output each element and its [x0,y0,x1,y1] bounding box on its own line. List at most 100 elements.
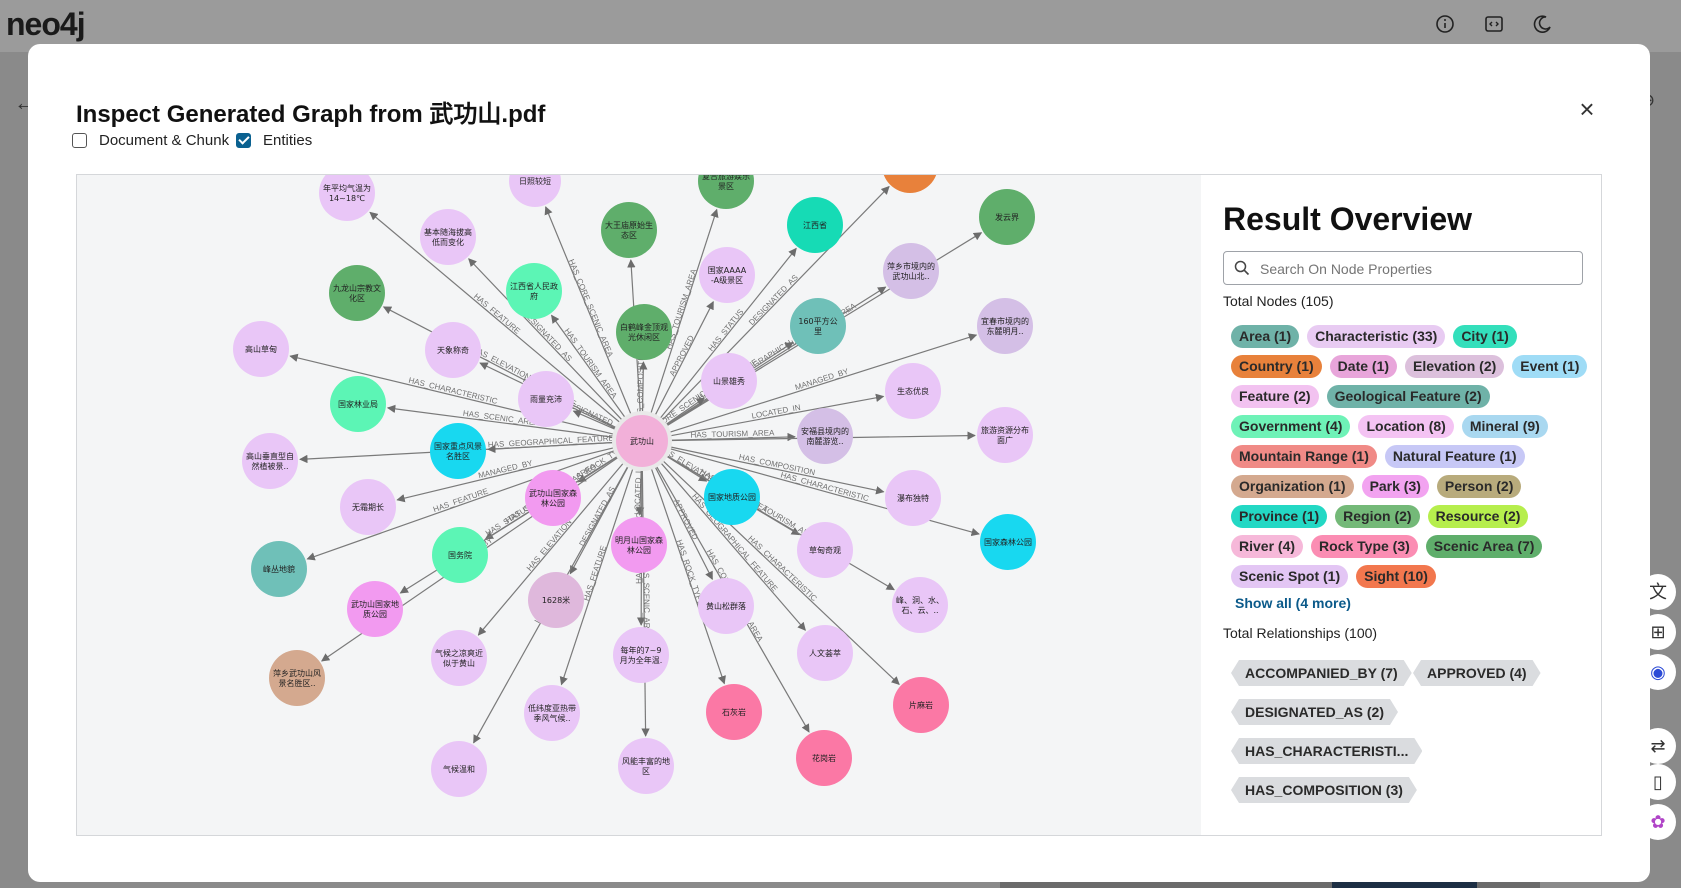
node-label-chip[interactable]: Resource (2) [1427,505,1529,528]
dark-mode-icon[interactable] [1532,14,1554,36]
graph-node[interactable]: 黄山松群落 [698,578,754,634]
graph-node[interactable]: 花岗岩 [796,730,852,786]
graph-node[interactable]: 日照较短 [509,175,561,207]
graph-node[interactable]: 国家地质公园 [704,469,760,525]
graph-node[interactable] [882,175,938,193]
info-icon[interactable] [1434,14,1456,36]
graph-node[interactable]: 高山垂直型自然植被景.. [242,433,298,489]
node-circle[interactable] [329,265,385,321]
graph-node[interactable]: 明月山国家森林公园 [611,517,667,573]
node-label-chip[interactable]: City (1) [1453,325,1517,348]
entities-checkbox[interactable]: Entities [236,132,312,149]
node-label-chip[interactable]: Date (1) [1329,355,1398,378]
graph-node[interactable]: 低纬度亚热带季风气候.. [524,685,580,741]
graph-node[interactable]: 国家森林公园 [980,514,1036,570]
node-label-chip[interactable]: Mountain Range (1) [1231,445,1377,468]
graph-node[interactable]: 武功山国家森林公园 [525,470,581,526]
checkbox-box[interactable] [72,133,87,148]
node-label-chip[interactable]: Mineral (9) [1461,415,1548,438]
node-circle[interactable] [524,685,580,741]
relationship-type-chip[interactable]: APPROVED (4) [1413,660,1541,686]
node-circle[interactable] [601,202,657,258]
graph-node[interactable]: 旅游资源分布面广 [977,407,1033,463]
graph-node[interactable]: 气候之凉爽近似于黄山 [431,630,487,686]
graph-node[interactable]: 草甸奇观 [797,522,853,578]
node-label-chip[interactable]: Government (4) [1231,415,1351,438]
checkbox-box-checked[interactable] [236,133,251,148]
node-label-chip[interactable]: Rock Type (3) [1311,535,1418,558]
node-circle[interactable] [616,304,672,360]
graph-node[interactable]: 每年的7~9月为全年温. [613,627,669,683]
graph-node[interactable]: 160平方公里 [790,298,846,354]
node-circle[interactable] [892,577,948,633]
node-label-chip[interactable]: Feature (2) [1231,385,1319,408]
node-label-chip[interactable]: Event (1) [1512,355,1588,378]
graph-node[interactable]: 大王庙原始生态区 [601,202,657,258]
node-circle[interactable] [797,408,853,464]
graph-node[interactable]: 1628米 [528,572,584,628]
relationship-type-chip[interactable]: HAS_CHARACTERISTI... [1231,738,1422,764]
node-label-chip[interactable]: Scenic Spot (1) [1231,565,1349,588]
node-circle[interactable] [618,738,674,794]
node-circle[interactable] [699,247,755,303]
graph-node[interactable]: 石灰岩 [706,684,762,740]
graph-node[interactable]: 国家林业局 [330,376,386,432]
graph-node[interactable]: 萍乡武功山风景名胜区.. [269,650,325,706]
graph-svg[interactable]: HAS_FEATUREHAS_CORE_SCENIC_AREALOCATED_I… [77,175,1201,835]
graph-node[interactable]: 雨量充沛 [518,371,574,427]
graph-node[interactable]: 江西省人民政府 [506,263,562,319]
node-label-chip[interactable]: Geological Feature (2) [1326,385,1490,408]
relationship-type-chip[interactable]: HAS_COMPOSITION (3) [1231,777,1417,803]
graph-node[interactable]: 片麻岩 [893,677,949,733]
node-label-chip[interactable]: Characteristic (33) [1307,325,1446,348]
node-circle[interactable] [525,470,581,526]
node-label-chip[interactable]: Region (2) [1335,505,1420,528]
relationship-type-chip[interactable]: ACCOMPANIED_BY (7) [1231,660,1412,686]
graph-node[interactable]: 白鹤峰金顶观光休闲区 [616,304,672,360]
graph-node[interactable]: 天象称奇 [425,322,481,378]
graph-node[interactable]: 峰丛地貌 [251,541,307,597]
node-circle[interactable] [977,298,1033,354]
node-label-chip[interactable]: Person (2) [1436,475,1522,498]
node-label-chip[interactable]: Natural Feature (1) [1384,445,1525,468]
graph-node[interactable]: 基本随海拔高低而变化 [420,209,476,265]
graph-node[interactable]: 风能丰富的地区 [618,738,674,794]
node-circle[interactable] [506,263,562,319]
graph-node[interactable]: 萍乡市境内的武功山北.. [883,243,939,299]
node-label-chip[interactable]: Area (1) [1231,325,1300,348]
graph-node[interactable]: 发云界 [979,189,1035,245]
node-label-chip[interactable]: Park (3) [1361,475,1429,498]
document-chunk-checkbox[interactable]: Document & Chunk [72,132,229,149]
graph-node[interactable]: 江西省 [787,197,843,253]
node-circle[interactable] [883,243,939,299]
node-search[interactable] [1223,251,1583,286]
graph-node[interactable]: 高山草甸 [233,321,289,377]
node-label-chip[interactable]: Country (1) [1231,355,1322,378]
code-icon[interactable] [1483,14,1505,36]
node-circle[interactable] [977,407,1033,463]
node-circle[interactable] [790,298,846,354]
node-label-chip[interactable]: Province (1) [1231,505,1328,528]
graph-node[interactable]: 复合旅游娱乐景区 [698,175,754,209]
node-label-chip[interactable]: Organization (1) [1231,475,1354,498]
graph-node[interactable]: 九龙山宗教文化区 [329,265,385,321]
graph-canvas[interactable]: HAS_FEATUREHAS_CORE_SCENIC_AREALOCATED_I… [76,174,1202,836]
graph-node[interactable]: 安福县境内的南麓游览.. [797,408,853,464]
relationship-type-chip[interactable]: DESIGNATED_AS (2) [1231,699,1398,725]
node-label-chip[interactable]: Location (8) [1358,415,1454,438]
node-circle[interactable] [611,517,667,573]
node-circle[interactable] [347,581,403,637]
node-circle[interactable] [882,175,938,193]
graph-node[interactable]: 武功山国家地质公园 [347,581,403,637]
node-circle[interactable] [613,627,669,683]
graph-node[interactable]: 山景雄秀 [701,353,757,409]
node-label-chip[interactable]: River (4) [1231,535,1304,558]
graph-node[interactable]: 峰、洞、水、石、云、.. [892,577,948,633]
node-circle[interactable] [431,630,487,686]
graph-node[interactable]: 国务院 [432,527,488,583]
graph-node[interactable]: 国家重点风景名胜区 [430,423,486,479]
graph-node[interactable]: 宜春市境内的东麓明月.. [977,298,1033,354]
node-circle[interactable] [430,423,486,479]
graph-node[interactable]: 气候温和 [431,741,487,797]
search-input[interactable] [1258,252,1572,286]
